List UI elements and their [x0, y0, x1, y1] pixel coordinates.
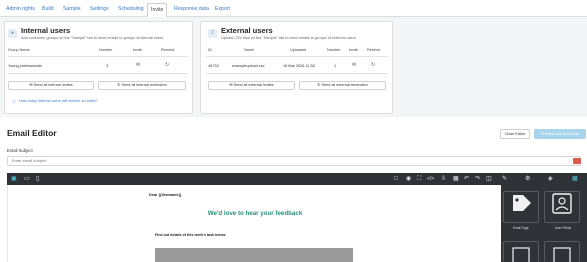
email-tags-block[interactable]	[503, 191, 539, 223]
text-block[interactable]	[544, 241, 580, 262]
email-tags-label: Email Tags	[513, 226, 529, 230]
email-subject-label: Email Subject	[7, 148, 33, 153]
email-headline[interactable]: We'd love to hear your feedback	[170, 210, 340, 217]
user-fields-block[interactable]	[544, 191, 580, 223]
tab-export[interactable]: Export	[212, 3, 233, 16]
image-icon[interactable]: ▦	[453, 175, 459, 183]
send-internal-reminders-label: Send all internal reminders	[121, 83, 167, 87]
code-icon[interactable]: </>	[427, 175, 434, 183]
refresh-icon[interactable]: ↻	[165, 63, 169, 68]
blocks-icon[interactable]: ▦	[572, 175, 578, 183]
fullscreen-icon[interactable]: ⛶	[417, 175, 421, 183]
settings-gear-icon[interactable]: ⚙	[525, 175, 530, 183]
table-divider	[8, 73, 188, 74]
send-internal-invites-button[interactable]: ✉ Send all internal invites	[8, 81, 94, 90]
col-uploaded: Uploaded	[290, 48, 307, 52]
close-editor-button[interactable]: Close Editor	[500, 129, 530, 139]
mail-icon[interactable]: ✉	[352, 63, 356, 68]
upload-name-cell: exampleupload.csv	[232, 64, 265, 68]
col-group-name: Group Name	[8, 48, 30, 52]
col-id: ID	[208, 48, 212, 52]
tab-response-data[interactable]: Response data	[171, 3, 212, 16]
trash-icon[interactable]: ◫	[486, 175, 492, 183]
send-external-reminders-label: Send all external reminders	[321, 83, 368, 87]
editor-toolbar: ▣ ▭ ▯ □ ◉ ⛶ </> ⇩ ▦ ↶ ↷ ◫ ✎ ⚙ ◈ ▦	[7, 173, 587, 185]
col-remind: Remind	[367, 48, 381, 52]
send-external-invites-button[interactable]: ✉ Send all external invites	[208, 81, 295, 90]
tab-settings[interactable]: Settings	[87, 3, 112, 16]
col-invite: Invite	[349, 48, 359, 52]
columns-icon	[512, 247, 530, 262]
desktop-view-icon[interactable]: ▣	[11, 175, 17, 183]
preview-test-email-button[interactable]: Preview and test email	[534, 129, 586, 139]
upload-date-cell: 18 Mar 2026 11:38	[283, 64, 315, 68]
internal-users-title: Internal users	[21, 26, 71, 35]
layout-block[interactable]	[503, 241, 539, 262]
internal-users-subtitle: Add consumer groups on the "Sample" tab …	[21, 36, 164, 40]
table-divider	[8, 56, 188, 57]
tab-invite[interactable]: Invite	[147, 3, 168, 17]
tag-icon	[513, 195, 531, 211]
email-greeting[interactable]: Dear {{firstname}}	[149, 193, 182, 197]
external-users-title: External users	[221, 26, 273, 35]
image-placeholder[interactable]	[155, 248, 353, 262]
redo-icon[interactable]: ↷	[475, 175, 480, 183]
outline-icon[interactable]: □	[394, 175, 398, 183]
upload-icon: ⇧	[208, 29, 217, 38]
tab-scheduling[interactable]: Scheduling	[115, 3, 147, 16]
brush-icon[interactable]: ✎	[502, 175, 507, 183]
internal-help-link[interactable]: How many internal users will receive an …	[19, 99, 98, 103]
upload-number-cell: 1	[334, 64, 337, 68]
tablet-view-icon[interactable]: ▭	[24, 175, 30, 183]
group-number-cell: 3	[106, 64, 109, 68]
col-number: Number	[327, 48, 341, 52]
send-internal-invites-label: Send all internal invites	[33, 83, 73, 87]
col-remind: Remind	[161, 48, 175, 52]
tag-picker-button[interactable]	[573, 158, 581, 164]
help-circle-icon: ⓘ	[12, 99, 16, 104]
send-external-reminders-button[interactable]: ↻ Send all external reminders	[299, 81, 386, 90]
download-icon[interactable]: ⇩	[441, 175, 446, 183]
preview-eye-icon[interactable]: ◉	[406, 175, 411, 183]
table-divider	[206, 73, 388, 74]
undo-icon[interactable]: ↶	[464, 175, 469, 183]
layers-icon[interactable]: ◈	[548, 175, 553, 183]
group-name-cell: Young professionals	[8, 64, 43, 68]
table-divider	[206, 56, 388, 57]
user-card-icon	[552, 193, 572, 214]
email-editor-title: Email Editor	[7, 128, 57, 138]
col-invite: Invite	[133, 48, 143, 52]
tab-sample[interactable]: Sample	[60, 3, 84, 16]
upload-id-cell: 46733	[208, 64, 219, 68]
col-number: Number	[99, 48, 113, 52]
refresh-icon[interactable]: ↻	[371, 63, 375, 68]
mobile-view-icon[interactable]: ▯	[36, 175, 39, 183]
external-users-subtitle: Upload CSV files on the "Sample" tab to …	[221, 36, 356, 40]
tab-build[interactable]: Build	[39, 3, 57, 16]
email-subject-input[interactable]: Enter email subject	[7, 156, 581, 166]
user-fields-label: User Fields	[555, 226, 572, 230]
send-internal-reminders-button[interactable]: ↻ Send all internal reminders	[98, 81, 186, 90]
col-name: Name	[244, 48, 255, 52]
tab-bar: Admin rights Build Sample Settings Sched…	[0, 0, 587, 17]
mail-icon[interactable]: ✉	[136, 63, 140, 68]
send-external-invites-label: Send all external invites	[233, 83, 274, 87]
email-subline[interactable]: Find out details of this week's task bel…	[155, 233, 226, 237]
users-icon: ●	[8, 29, 17, 38]
text-block-icon	[553, 247, 571, 262]
tab-admin-rights[interactable]: Admin rights	[3, 3, 38, 16]
